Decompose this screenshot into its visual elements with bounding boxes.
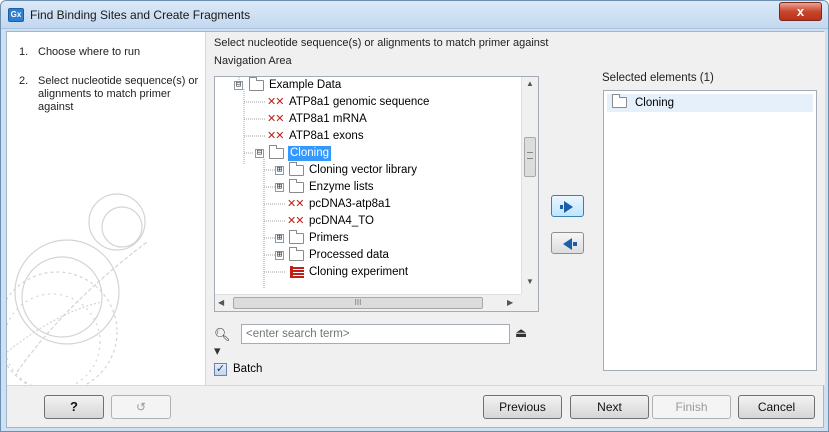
tree-item-atp8a1-mrna[interactable]: ✕✕ ATP8a1 mRNA: [215, 111, 521, 128]
sequence-icon: ✕✕: [267, 113, 284, 125]
eject-icon[interactable]: ⏏: [515, 325, 527, 341]
folder-icon: [289, 162, 304, 176]
collapse-icon[interactable]: ⊟: [234, 81, 243, 90]
tree-item-label: Primers: [309, 232, 349, 244]
sequence-icon: ✕✕: [287, 215, 304, 227]
search-icon[interactable]: 🔍︎▾: [214, 327, 231, 359]
window-title: Find Binding Sites and Create Fragments: [30, 8, 251, 22]
tree-item-label: Cloning vector library: [309, 164, 418, 176]
expand-icon[interactable]: ⊞: [275, 234, 284, 243]
tree-item-label: pcDNA3-atp8a1: [309, 198, 391, 210]
tree-item-primers[interactable]: ⊞ Primers: [215, 230, 521, 247]
tree-item-cloning-vector-library[interactable]: ⊞ Cloning vector library: [215, 162, 521, 179]
dialog-window: Gx Find Binding Sites and Create Fragmen…: [0, 0, 829, 432]
scroll-right-icon[interactable]: ▶: [507, 298, 513, 307]
tree-item-example-data[interactable]: ⊟ Example Data: [215, 77, 521, 94]
sequence-icon: ✕✕: [267, 96, 284, 108]
dialog-footer: ? ↺ Previous Next Finish Cancel: [7, 385, 823, 427]
tree-vertical-scrollbar[interactable]: ▲ ▼: [521, 77, 538, 294]
horizontal-scroll-thumb[interactable]: III: [233, 297, 483, 309]
finish-button[interactable]: Finish: [652, 395, 731, 419]
instruction-text: Select nucleotide sequence(s) or alignme…: [214, 37, 549, 49]
navigation-area-label: Navigation Area: [214, 55, 292, 67]
add-to-selection-button[interactable]: [551, 195, 584, 217]
scroll-up-icon[interactable]: ▲: [522, 79, 538, 88]
folder-icon: [289, 247, 304, 261]
batch-checkbox[interactable]: ✓: [214, 363, 227, 376]
batch-label: Batch: [233, 363, 263, 375]
previous-button[interactable]: Previous: [483, 395, 562, 419]
search-input[interactable]: [241, 324, 510, 344]
tree-item-label: Processed data: [309, 249, 389, 261]
dna-watermark-decoration: [7, 193, 148, 385]
arrow-right-icon: [560, 201, 573, 213]
restore-defaults-button[interactable]: ↺: [111, 395, 171, 419]
tree-item-label: Cloning experiment: [309, 266, 409, 278]
tree-item-enzyme-lists[interactable]: ⊞ Enzyme lists: [215, 179, 521, 196]
tree-item-label: Enzyme lists: [309, 181, 374, 193]
app-icon: Gx: [8, 8, 24, 22]
tree-item-pcdna4-to[interactable]: ✕✕ pcDNA4_TO: [215, 213, 521, 230]
selected-elements-list[interactable]: Cloning: [603, 90, 817, 371]
tree-item-atp8a1-genomic[interactable]: ✕✕ ATP8a1 genomic sequence: [215, 94, 521, 111]
tree-item-label: Example Data: [269, 79, 342, 91]
main-panel: Select nucleotide sequence(s) or alignme…: [206, 32, 825, 385]
tree-item-label: ATP8a1 genomic sequence: [289, 96, 430, 108]
selected-elements-label: Selected elements (1): [602, 72, 714, 84]
step-number: 1.: [19, 46, 29, 58]
folder-icon: [289, 230, 304, 244]
wizard-steps-panel: 1. Choose where to run 2. Select nucleot…: [7, 32, 206, 385]
dialog-body: 1. Choose where to run 2. Select nucleot…: [6, 31, 825, 428]
expand-icon[interactable]: ⊞: [275, 166, 284, 175]
expand-icon[interactable]: ⊞: [275, 251, 284, 260]
step-label: Select nucleotide sequence(s) or alignme…: [38, 75, 199, 113]
sequence-icon: ✕✕: [287, 198, 304, 210]
collapse-icon[interactable]: ⊟: [255, 149, 264, 158]
sequence-icon: ✕✕: [267, 130, 284, 142]
tree-item-label: ATP8a1 mRNA: [289, 113, 367, 125]
tree-item-label: Cloning: [288, 146, 331, 161]
navigation-tree[interactable]: ⊟ Example Data ✕✕ ATP8a1 genomic sequenc…: [214, 76, 539, 312]
folder-icon: [249, 77, 264, 91]
cancel-button[interactable]: Cancel: [738, 395, 815, 419]
step-label: Choose where to run: [38, 46, 141, 58]
tree-horizontal-scrollbar[interactable]: ◀ III ▶: [215, 294, 521, 311]
tree-item-cloning-experiment[interactable]: Cloning experiment: [215, 264, 521, 281]
folder-icon: [289, 179, 304, 193]
next-button[interactable]: Next: [570, 395, 649, 419]
close-button[interactable]: x: [779, 2, 822, 21]
selected-item-label: Cloning: [635, 97, 674, 109]
scroll-left-icon[interactable]: ◀: [218, 298, 224, 307]
tree-item-pcdna3-atp8a1[interactable]: ✕✕ pcDNA3-atp8a1: [215, 196, 521, 213]
help-button[interactable]: ?: [44, 395, 104, 419]
folder-icon: [612, 94, 627, 108]
selected-item-cloning[interactable]: Cloning: [607, 94, 813, 112]
arrow-left-icon: [563, 238, 577, 250]
tree-item-cloning[interactable]: ⊟ Cloning: [215, 145, 521, 162]
tree-item-label: pcDNA4_TO: [309, 215, 374, 227]
expand-icon[interactable]: ⊞: [275, 183, 284, 192]
scrollbar-corner: [521, 294, 538, 311]
tree-item-processed-data[interactable]: ⊞ Processed data: [215, 247, 521, 264]
folder-icon: [269, 145, 284, 159]
title-bar: Gx Find Binding Sites and Create Fragmen…: [1, 1, 828, 29]
tree-item-atp8a1-exons[interactable]: ✕✕ ATP8a1 exons: [215, 128, 521, 145]
step-number: 2.: [19, 75, 29, 87]
remove-from-selection-button[interactable]: [551, 232, 584, 254]
cloning-experiment-icon: [290, 266, 304, 278]
scroll-down-icon[interactable]: ▼: [522, 277, 538, 286]
tree-item-label: ATP8a1 exons: [289, 130, 364, 142]
scroll-thumb[interactable]: [524, 137, 536, 177]
